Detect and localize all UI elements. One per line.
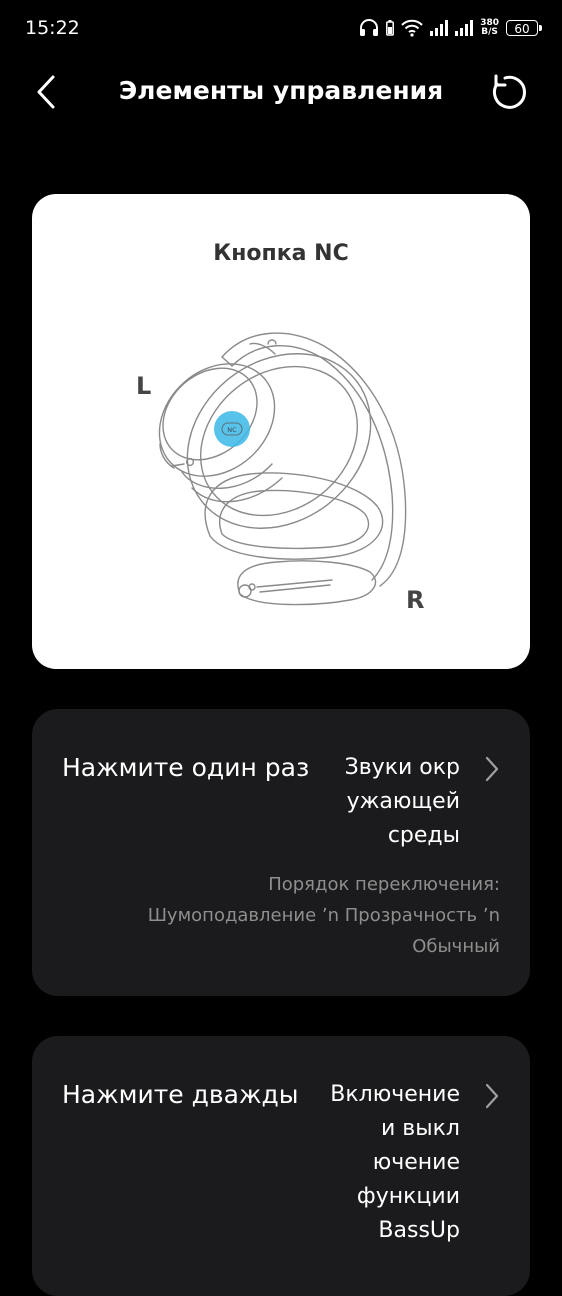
reset-button[interactable] [488, 70, 532, 114]
double-press-value-line: и выкл [381, 1116, 460, 1141]
single-press-value-line: среды [387, 823, 460, 848]
single-press-value-line: Звуки окр [344, 755, 460, 780]
battery-small-icon [386, 20, 395, 36]
switch-order-note: Порядок переключения: Шумоподавление ʼn … [148, 869, 500, 962]
signal-icon [430, 20, 449, 36]
single-press-card[interactable]: Нажмите один раз Звуки окр ужающей среды… [32, 709, 530, 996]
reset-icon [492, 74, 526, 109]
double-press-value-line: функции [356, 1184, 460, 1209]
switch-order-note-line: Порядок переключения: [268, 874, 500, 895]
signal-icon-2 [455, 20, 474, 36]
right-earcup-label: R [406, 586, 424, 614]
single-press-value: Звуки окр ужающей среды [345, 751, 460, 853]
wifi-icon [401, 19, 423, 37]
switch-order-note-line: Шумоподавление ʼn Прозрачность ʼn [147, 905, 500, 926]
double-press-card[interactable]: Нажмите дважды Включение и выкл ючение ф… [32, 1036, 530, 1296]
chevron-right-icon [485, 1083, 499, 1109]
network-speed-unit: B/S [481, 27, 498, 37]
double-press-value-line: Включение [330, 1082, 460, 1107]
double-press-value: Включение и выкл ючение функции BassUp [330, 1078, 460, 1248]
headphones-illustration: NC L R [136, 332, 424, 614]
page-title: Элементы управления [118, 76, 444, 105]
battery-indicator: 60 [506, 20, 542, 36]
left-earcup-label: L [136, 372, 151, 400]
headset-icon [359, 19, 379, 37]
double-press-label: Нажмите дважды [62, 1080, 299, 1109]
chevron-right-icon [485, 756, 499, 782]
switch-order-note-line: Обычный [412, 936, 500, 957]
status-time: 15:22 [25, 17, 80, 39]
double-press-value-line: ючение [372, 1150, 460, 1175]
single-press-label: Нажмите один раз [62, 753, 310, 782]
status-icons: 380 B/S 60 [359, 15, 542, 41]
double-press-value-line: BassUp [378, 1218, 460, 1243]
network-speed: 380 B/S [480, 19, 499, 37]
nc-button-label: NC [227, 426, 237, 434]
single-press-value-line: ужающей [346, 789, 460, 814]
status-bar: 15:22 380 B/S 60 [0, 0, 562, 58]
